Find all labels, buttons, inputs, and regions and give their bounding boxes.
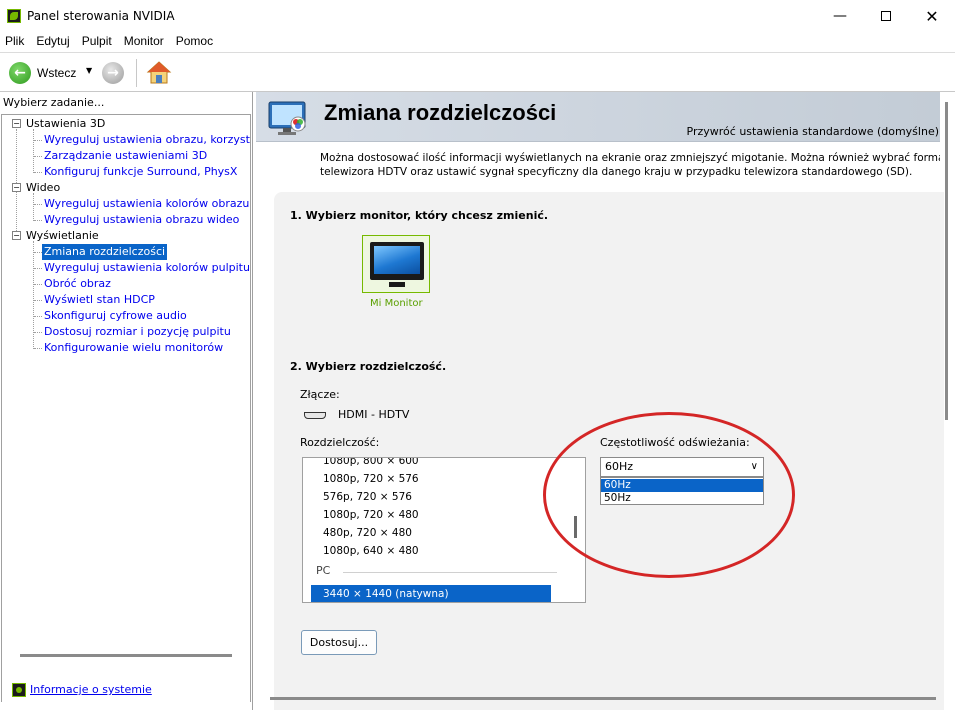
connector-value: HDMI - HDTV [338, 408, 410, 421]
list-item[interactable]: 1080p, 640 × 480 [323, 542, 419, 560]
hdmi-icon [304, 412, 326, 419]
list-item[interactable]: 1080p, 800 × 600 [323, 458, 419, 470]
collapse-toggle-icon[interactable]: − [12, 183, 21, 192]
tree-group-3d[interactable]: Ustawienia 3D [26, 116, 105, 132]
maximize-icon [881, 11, 891, 21]
tree-line [34, 156, 42, 157]
task-pane: Wybierz zadanie... − Ustawienia 3D Wyreg… [0, 92, 253, 710]
tree-line [34, 268, 42, 269]
tree-line [34, 140, 42, 141]
menu-bar: Plik Edytuj Pulpit Monitor Pomoc [0, 32, 955, 52]
tree-line [34, 284, 42, 285]
tree-item-manage-3d[interactable]: Zarządzanie ustawieniami 3D [44, 148, 207, 164]
window-title: Panel sterowania NVIDIA [27, 9, 175, 23]
tree-item-surround-physx[interactable]: Konfiguruj funkcje Surround, PhysX [44, 164, 237, 180]
tree-item-change-resolution[interactable]: Zmiana rozdzielczości [42, 244, 168, 260]
back-button-label[interactable]: Wstecz [37, 66, 76, 80]
list-item[interactable]: 480p, 720 × 480 [323, 524, 412, 542]
refresh-option-50[interactable]: 50Hz [601, 492, 763, 505]
task-tree: − Ustawienia 3D Wyreguluj ustawienia obr… [1, 114, 251, 702]
list-item[interactable]: 1080p, 720 × 480 [323, 506, 419, 524]
content-horizontal-scrollbar[interactable] [270, 697, 936, 700]
refresh-rate-label: Częstotliwość odświeżania: [600, 436, 750, 449]
tree-line [33, 129, 34, 173]
tree-item-video-color[interactable]: Wyreguluj ustawienia kolorów obrazu wide… [44, 196, 250, 212]
resolution-list[interactable]: 1080p, 800 × 600 1080p, 720 × 576 576p, … [302, 457, 586, 603]
tree-line [34, 300, 42, 301]
list-item[interactable]: 1080p, 720 × 576 [323, 470, 419, 488]
task-pane-header: Wybierz zadanie... [3, 96, 105, 109]
minimize-button[interactable]: — [817, 0, 863, 32]
system-info-link[interactable]: Informacje o systemie [30, 683, 152, 696]
content-pane: Zmiana rozdzielczości Przywróć ustawieni… [256, 92, 955, 710]
home-icon[interactable] [146, 60, 172, 86]
refresh-rate-dropdown[interactable]: 60Hz ∨ [600, 457, 764, 477]
tree-item-digital-audio[interactable]: Skonfiguruj cyfrowe audio [44, 308, 187, 324]
resolution-group-pc: PC [316, 564, 331, 577]
content-vertical-scrollbar[interactable] [945, 102, 948, 420]
tree-line [33, 193, 34, 221]
close-icon: ✕ [925, 6, 939, 26]
toolbar-separator [136, 59, 137, 87]
tree-item-rotate[interactable]: Obróć obraz [44, 276, 111, 292]
tree-line [34, 348, 42, 349]
monitor-selector[interactable] [362, 235, 430, 293]
page-description: Można dostosować ilość informacji wyświe… [320, 151, 940, 179]
chevron-down-icon: ∨ [750, 461, 758, 472]
menu-pomoc[interactable]: Pomoc [176, 32, 213, 52]
resolution-list-scrollbar[interactable] [574, 516, 577, 538]
tree-item-image-settings[interactable]: Wyreguluj ustawienia obrazu, korzystając… [44, 132, 250, 148]
display-settings-icon [268, 101, 306, 135]
tree-line [34, 204, 42, 205]
restore-defaults-link[interactable]: Przywróć ustawienia standardowe (domyśln… [687, 125, 939, 138]
page-title: Zmiana rozdzielczości [324, 100, 557, 125]
title-bar: Panel sterowania NVIDIA — ✕ [0, 0, 955, 32]
back-arrow-icon[interactable]: ← [9, 62, 31, 84]
tree-item-video-image[interactable]: Wyreguluj ustawienia obrazu wideo [44, 212, 239, 228]
list-item[interactable]: 576p, 720 × 576 [323, 488, 412, 506]
tree-line [34, 332, 42, 333]
tree-horizontal-scrollbar[interactable] [20, 654, 232, 657]
maximize-button[interactable] [863, 0, 909, 32]
menu-edytuj[interactable]: Edytuj [36, 32, 69, 52]
resolution-label: Rozdzielczość: [300, 436, 380, 449]
tree-line [34, 220, 42, 221]
menu-pulpit[interactable]: Pulpit [82, 32, 112, 52]
tree-item-desktop-color[interactable]: Wyreguluj ustawienia kolorów pulpitu [44, 260, 250, 276]
toolbar: ← Wstecz ▼ → [0, 52, 955, 92]
step-2-title: 2. Wybierz rozdzielczość. [290, 360, 447, 373]
forward-arrow-icon[interactable]: → [102, 62, 124, 84]
connector-label: Złącze: [300, 388, 340, 401]
nvidia-logo-icon [7, 9, 21, 23]
description-line-1: Można dostosować ilość informacji wyświe… [320, 152, 940, 164]
step-1-title: 1. Wybierz monitor, który chcesz zmienić… [290, 209, 549, 222]
monitor-name[interactable]: Mi Monitor [370, 298, 423, 309]
refresh-rate-options: 60Hz 50Hz [600, 477, 764, 505]
settings-panel: 1. Wybierz monitor, który chcesz zmienić… [274, 192, 944, 710]
history-dropdown-icon[interactable]: ▼ [86, 66, 92, 75]
tree-group-video[interactable]: Wideo [26, 180, 60, 196]
collapse-toggle-icon[interactable]: − [12, 119, 21, 128]
tree-line [34, 316, 42, 317]
monitor-icon [370, 242, 424, 280]
collapse-toggle-icon[interactable]: − [12, 231, 21, 240]
tree-line [34, 172, 42, 173]
tree-group-display[interactable]: Wyświetlanie [26, 228, 99, 244]
refresh-rate-value: 60Hz [605, 460, 634, 473]
minimize-icon: — [833, 8, 847, 24]
tree-item-multi-monitor[interactable]: Konfigurowanie wielu monitorów [44, 340, 223, 356]
tree-line [34, 252, 42, 253]
customize-button[interactable]: Dostosuj... [301, 630, 377, 655]
tree-item-hdcp[interactable]: Wyświetl stan HDCP [44, 292, 155, 308]
close-button[interactable]: ✕ [909, 0, 955, 32]
tree-item-desktop-size[interactable]: Dostosuj rozmiar i pozycję pulpitu [44, 324, 231, 340]
selected-resolution[interactable]: 3440 × 1440 (natywna) [311, 585, 551, 602]
description-line-2: telewizora HDTV oraz ustawić sygnał spec… [320, 166, 913, 178]
menu-monitor[interactable]: Monitor [124, 32, 164, 52]
refresh-option-60[interactable]: 60Hz [601, 479, 763, 492]
group-divider [343, 572, 557, 573]
system-info-icon [12, 683, 26, 697]
monitor-stand-icon [389, 282, 405, 287]
menu-plik[interactable]: Plik [5, 32, 24, 52]
